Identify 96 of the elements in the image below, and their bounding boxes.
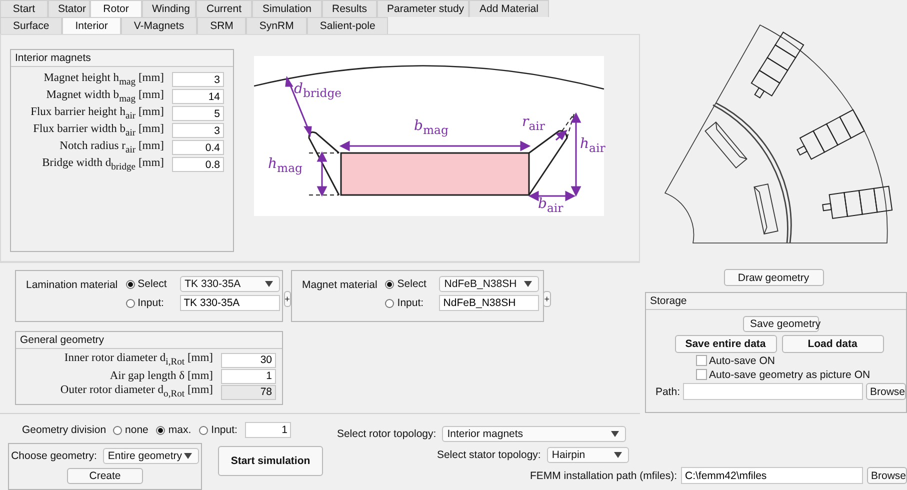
material-label: Lamination material: [26, 279, 118, 291]
parameter-field[interactable]: 0.4: [172, 140, 224, 155]
subtab[interactable]: V-Magnets: [120, 17, 198, 34]
radio-button[interactable]: [385, 280, 394, 288]
femm-path-field[interactable]: C:\femm42\mfiles: [681, 467, 863, 484]
parameter-field[interactable]: 0.8: [172, 157, 224, 172]
checkbox[interactable]: [696, 369, 707, 380]
parameter-label: Bridge width d$_{bridge}$ [mm]: [42, 156, 164, 172]
dimension-label: h$_{mag}$: [268, 156, 302, 175]
parameter-label: Outer rotor diameter d$_{o,Rot}$ [mm]: [60, 384, 213, 400]
dimension-label: d$_{bridge}$: [294, 81, 342, 100]
tab[interactable]: Simulation: [252, 0, 322, 17]
radio-label: none: [125, 424, 148, 436]
parameter-field[interactable]: 1: [221, 368, 276, 384]
save-entire-data-button[interactable]: Save entire data: [674, 335, 776, 353]
radio-button[interactable]: [156, 426, 166, 434]
radio-button[interactable]: [126, 298, 135, 308]
subtab[interactable]: SynRM: [246, 17, 307, 34]
start-simulation-button[interactable]: Start simulation: [218, 446, 323, 476]
subtab[interactable]: Interior: [62, 17, 121, 34]
tab[interactable]: Add Material: [469, 0, 549, 17]
load-data-button[interactable]: Load data: [782, 335, 884, 353]
rotor-topology-dropdown[interactable]: Interior magnets: [442, 426, 626, 442]
dimension-label: h$_{air}$: [580, 136, 606, 155]
flux-barrier: [308, 131, 340, 196]
parameter-label: Air gap length δ [mm]: [110, 370, 213, 382]
tab[interactable]: Current: [196, 0, 252, 17]
radio-label: Input:: [138, 297, 165, 309]
caret-icon: [184, 453, 192, 459]
radio-button[interactable]: [113, 426, 122, 434]
tab[interactable]: Parameter study: [377, 0, 469, 17]
create-button[interactable]: Create: [67, 468, 143, 484]
draw-geometry-button[interactable]: Draw geometry: [724, 269, 824, 286]
path-field[interactable]: [683, 383, 863, 400]
dimension-arrow: [316, 151, 328, 197]
parameter-label: Inner rotor diameter d$_{i,Rot}$ [mm]: [64, 352, 213, 368]
subtab[interactable]: Surface: [0, 17, 62, 34]
tab[interactable]: Winding: [142, 0, 196, 17]
dimension-label: r$_{air}$: [522, 114, 545, 133]
caret-icon: [611, 431, 620, 437]
parameter-field[interactable]: 5: [172, 106, 224, 121]
division-input-field[interactable]: 1: [245, 422, 292, 438]
parameter-field[interactable]: 30: [221, 352, 276, 368]
radio-label: max.: [168, 424, 192, 436]
save-geometry-button[interactable]: Save geometry: [743, 316, 819, 332]
parameter-label: Notch radius r$_{air}$ [mm]: [60, 140, 164, 156]
material-dropdown[interactable]: NdFeB_N38SH: [439, 276, 540, 292]
parameter-label: Flux barrier height h$_{air}$ [mm]: [30, 106, 164, 122]
material-dropdown[interactable]: TK 330-35A: [180, 276, 280, 292]
tab[interactable]: Start: [0, 0, 48, 17]
panel-title: Interior magnets: [11, 50, 233, 67]
panel-title: General geometry: [16, 332, 282, 349]
radio-label: Input:: [211, 424, 238, 436]
parameter-label: Magnet width b$_{mag}$ [mm]: [46, 88, 164, 104]
geometry-division-label: Geometry division: [22, 424, 106, 436]
radio-button[interactable]: [385, 298, 394, 308]
caret-icon: [264, 281, 273, 287]
add-material-button[interactable]: +: [284, 291, 291, 307]
checkbox-label: Auto-save geometry as picture ON: [709, 368, 870, 380]
subtab[interactable]: SRM: [197, 17, 246, 34]
material-input-field[interactable]: TK 330-35A: [180, 295, 280, 311]
radio-label: Select: [138, 278, 168, 290]
dimension-arrow: [556, 130, 568, 141]
parameter-field[interactable]: 14: [172, 89, 224, 104]
radio-label: Select: [397, 278, 428, 290]
path-label: Path:: [654, 386, 680, 398]
checkbox[interactable]: [696, 355, 707, 366]
flux-barrier: [528, 130, 568, 196]
rotor-topology-label: Select rotor topology:: [336, 428, 436, 440]
parameter-field[interactable]: 3: [172, 123, 224, 138]
caret-icon: [524, 281, 532, 287]
radio-button[interactable]: [126, 280, 135, 288]
dimension-label: b$_{air}$: [538, 196, 564, 215]
parameter-label: Magnet height h$_{mag}$ [mm]: [44, 72, 164, 88]
add-material-button[interactable]: +: [543, 291, 551, 307]
femm-path-label: FEMM installation path (mfiles):: [530, 470, 677, 482]
stator-topology-dropdown[interactable]: Hairpin: [546, 447, 629, 463]
stator-topology-label: Select stator topology:: [436, 449, 541, 461]
subtab[interactable]: Salient-pole: [306, 17, 388, 34]
geometry-dropdown[interactable]: Entire geometry: [102, 448, 199, 464]
parameter-field[interactable]: 78: [221, 384, 276, 400]
radio-button[interactable]: [199, 426, 208, 434]
choose-geometry-label: Choose geometry:: [11, 450, 97, 462]
checkbox-label: Auto-save ON: [709, 354, 775, 366]
parameter-label: Flux barrier width b$_{air}$ [mm]: [33, 122, 164, 138]
material-label: Magnet material: [302, 279, 378, 291]
tab[interactable]: Stator: [48, 0, 90, 17]
tab[interactable]: Rotor: [90, 0, 142, 17]
browse-button[interactable]: Browse: [867, 467, 907, 484]
caret-icon: [614, 452, 622, 458]
material-input-field[interactable]: NdFeB_N38SH: [439, 295, 540, 311]
browse-button[interactable]: Browse: [866, 383, 906, 400]
tab[interactable]: Results: [322, 0, 377, 17]
parameter-field[interactable]: 3: [172, 72, 224, 87]
dimension-label: b$_{mag}$: [414, 118, 448, 137]
radio-label: Input:: [397, 297, 425, 309]
